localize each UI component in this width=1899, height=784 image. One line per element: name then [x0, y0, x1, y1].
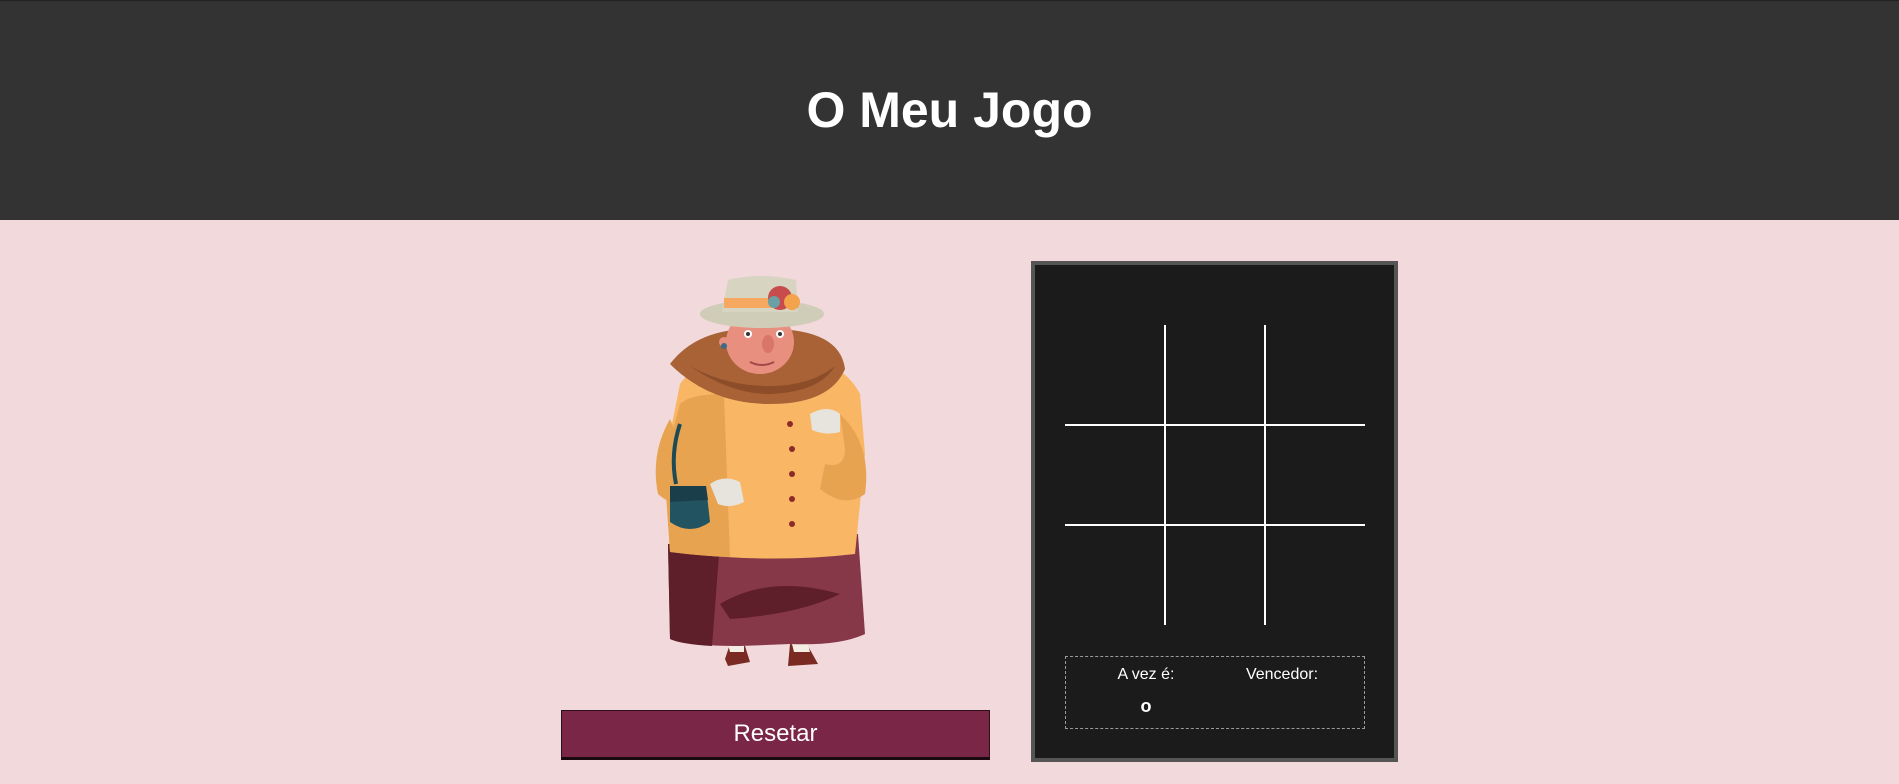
turn-status: A vez é: o: [1081, 666, 1211, 716]
reset-button[interactable]: Resetar: [561, 710, 990, 760]
page-header: O Meu Jogo: [0, 0, 1899, 220]
board-cell-2[interactable]: [1165, 325, 1265, 425]
page-title: O Meu Jogo: [806, 81, 1093, 138]
board-cell-6[interactable]: [1265, 425, 1365, 525]
tic-tac-toe-board: [1065, 325, 1365, 625]
board-cell-1[interactable]: [1065, 325, 1165, 425]
turn-value: o: [1140, 696, 1152, 716]
grandma-character-icon: [655, 276, 867, 666]
board-cell-9[interactable]: [1265, 525, 1365, 625]
board-cell-8[interactable]: [1165, 525, 1265, 625]
board-cell-3[interactable]: [1265, 325, 1365, 425]
board-cell-5[interactable]: [1165, 425, 1265, 525]
winner-status: Vencedor:: [1217, 666, 1347, 716]
winner-value: [1217, 696, 1347, 716]
winner-label: Vencedor:: [1245, 666, 1319, 683]
main-content: Resetar A vez é: o Vencedor:: [0, 220, 1899, 784]
turn-label: A vez é:: [1117, 666, 1175, 683]
board-cell-4[interactable]: [1065, 425, 1165, 525]
board-cell-7[interactable]: [1065, 525, 1165, 625]
game-status-box: A vez é: o Vencedor:: [1065, 656, 1365, 729]
grandma-illustration: [640, 274, 900, 674]
game-panel: A vez é: o Vencedor:: [1031, 261, 1398, 762]
